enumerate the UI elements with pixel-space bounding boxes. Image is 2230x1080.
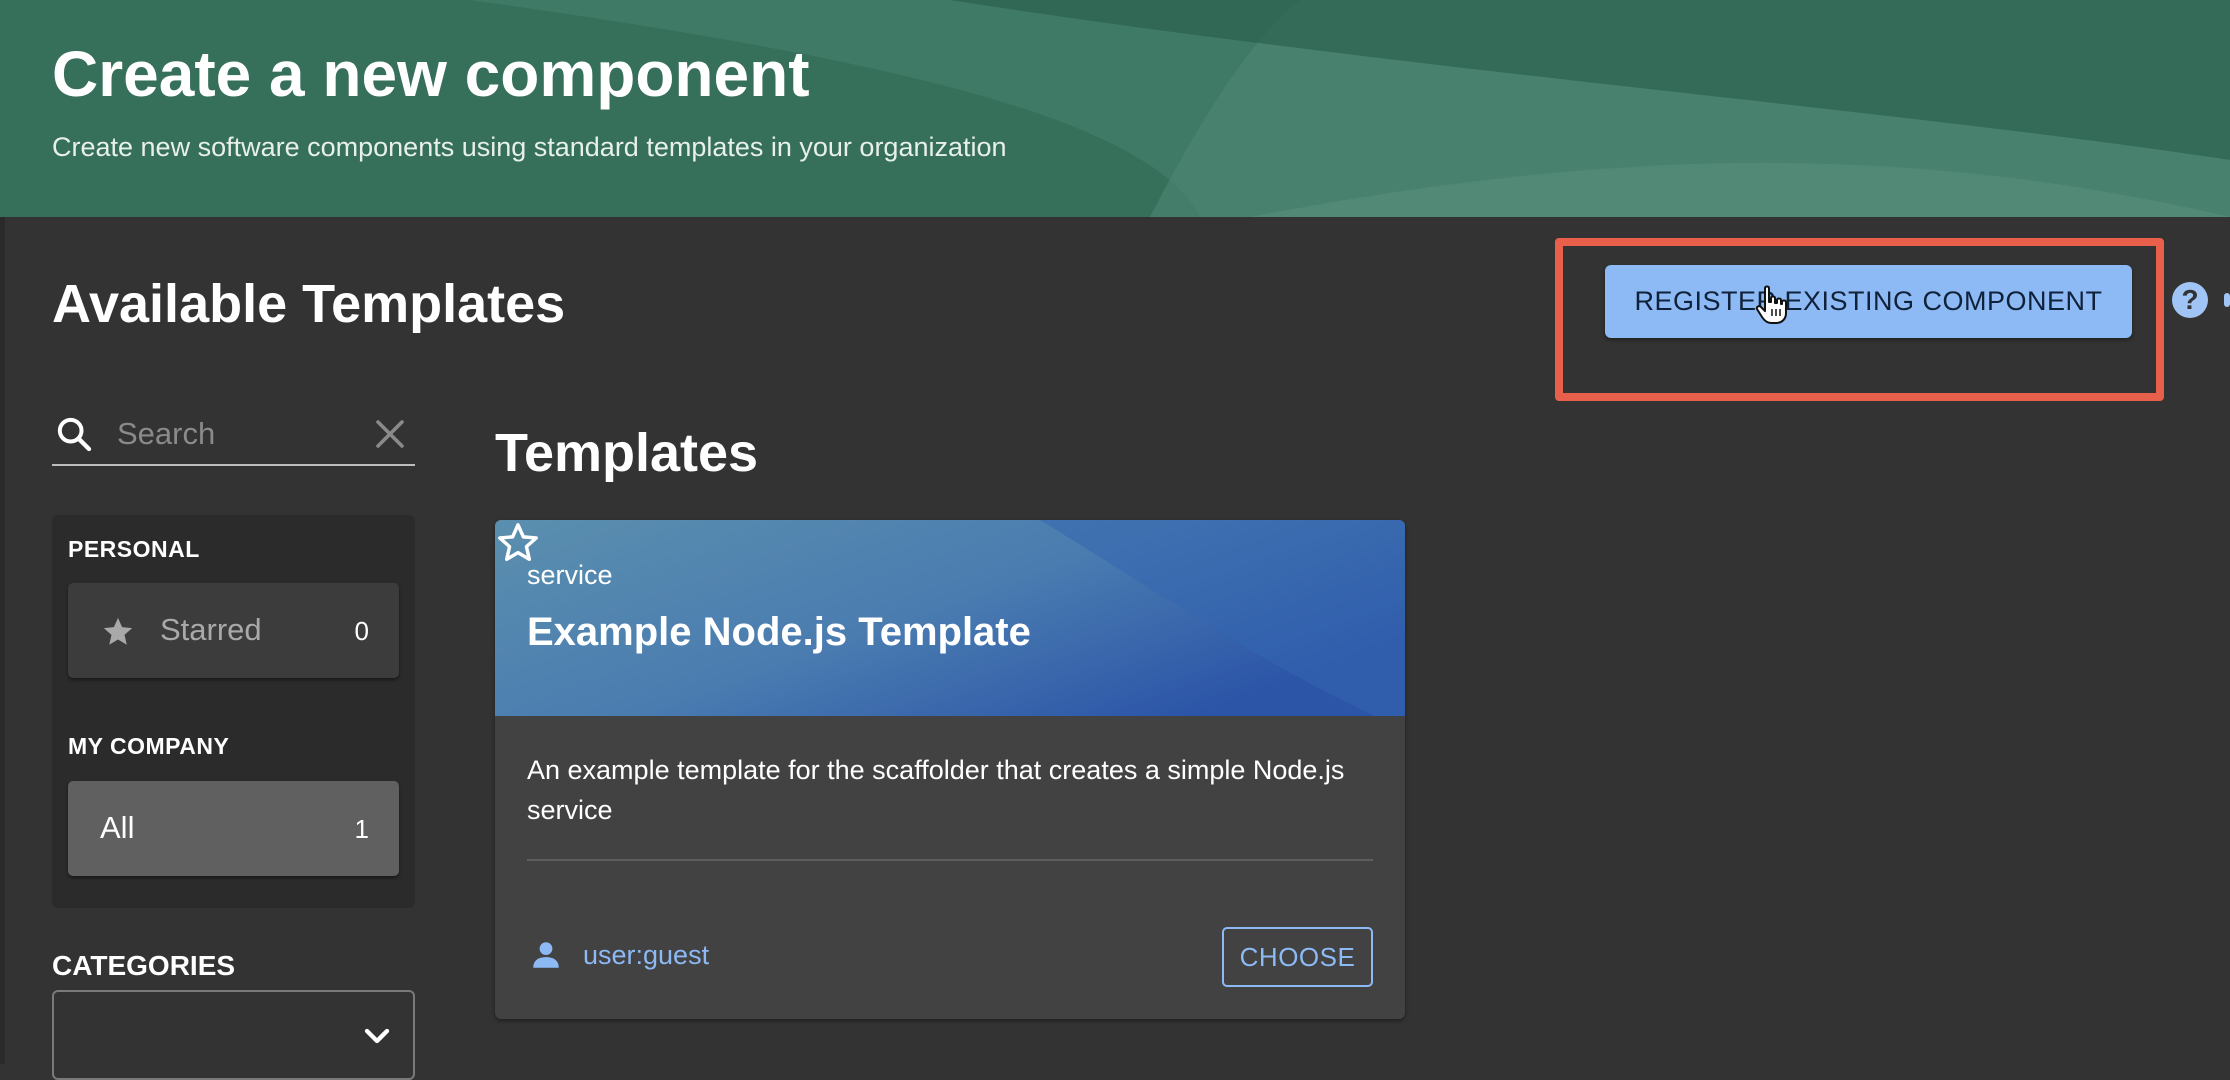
search-icon xyxy=(57,417,92,452)
template-title: Example Node.js Template xyxy=(527,610,1031,654)
search-input[interactable] xyxy=(115,412,365,456)
templates-heading: Templates xyxy=(495,423,759,483)
my-company-heading: MY COMPANY xyxy=(68,733,230,759)
filter-item-starred[interactable]: Starred 0 xyxy=(68,583,399,678)
card-divider xyxy=(527,859,1373,861)
filter-item-label: Starred xyxy=(160,612,262,647)
filter-item-all[interactable]: All 1 xyxy=(68,781,399,876)
personal-heading: PERSONAL xyxy=(68,536,200,562)
sidebar-edge xyxy=(0,217,5,1064)
filter-panel: PERSONAL Starred 0 MY COMPANY All 1 xyxy=(52,515,415,908)
page-subtitle: Create new software components using sta… xyxy=(52,132,1007,162)
star-filled-icon xyxy=(103,617,133,645)
page-header: Create a new component Create new softwa… xyxy=(0,0,2230,217)
categories-label: CATEGORIES xyxy=(52,950,236,981)
search-field xyxy=(52,404,415,466)
categories-select[interactable] xyxy=(52,990,415,1080)
template-card: service Example Node.js Template An exam… xyxy=(495,520,1405,1019)
register-existing-component-button[interactable]: REGISTER EXISTING COMPONENT xyxy=(1605,265,2132,338)
choose-button[interactable]: CHOOSE xyxy=(1222,927,1373,987)
available-templates-heading: Available Templates xyxy=(52,274,566,334)
help-circle-icon[interactable]: ? xyxy=(2172,282,2208,318)
star-outline-icon[interactable] xyxy=(495,520,541,566)
overflow-indicator xyxy=(2224,293,2230,307)
chevron-down-icon xyxy=(364,1028,390,1044)
filter-item-count: 0 xyxy=(354,616,369,646)
hand-cursor-icon xyxy=(1755,285,1787,324)
owner-link[interactable]: user:guest xyxy=(583,940,709,971)
close-icon[interactable] xyxy=(372,416,408,452)
card-header: service Example Node.js Template xyxy=(495,520,1405,716)
filter-item-label: All xyxy=(100,810,135,845)
filter-item-count: 1 xyxy=(354,814,369,844)
template-description: An example template for the scaffolder t… xyxy=(527,755,1345,825)
page-title: Create a new component xyxy=(52,38,810,110)
user-icon xyxy=(533,942,559,968)
